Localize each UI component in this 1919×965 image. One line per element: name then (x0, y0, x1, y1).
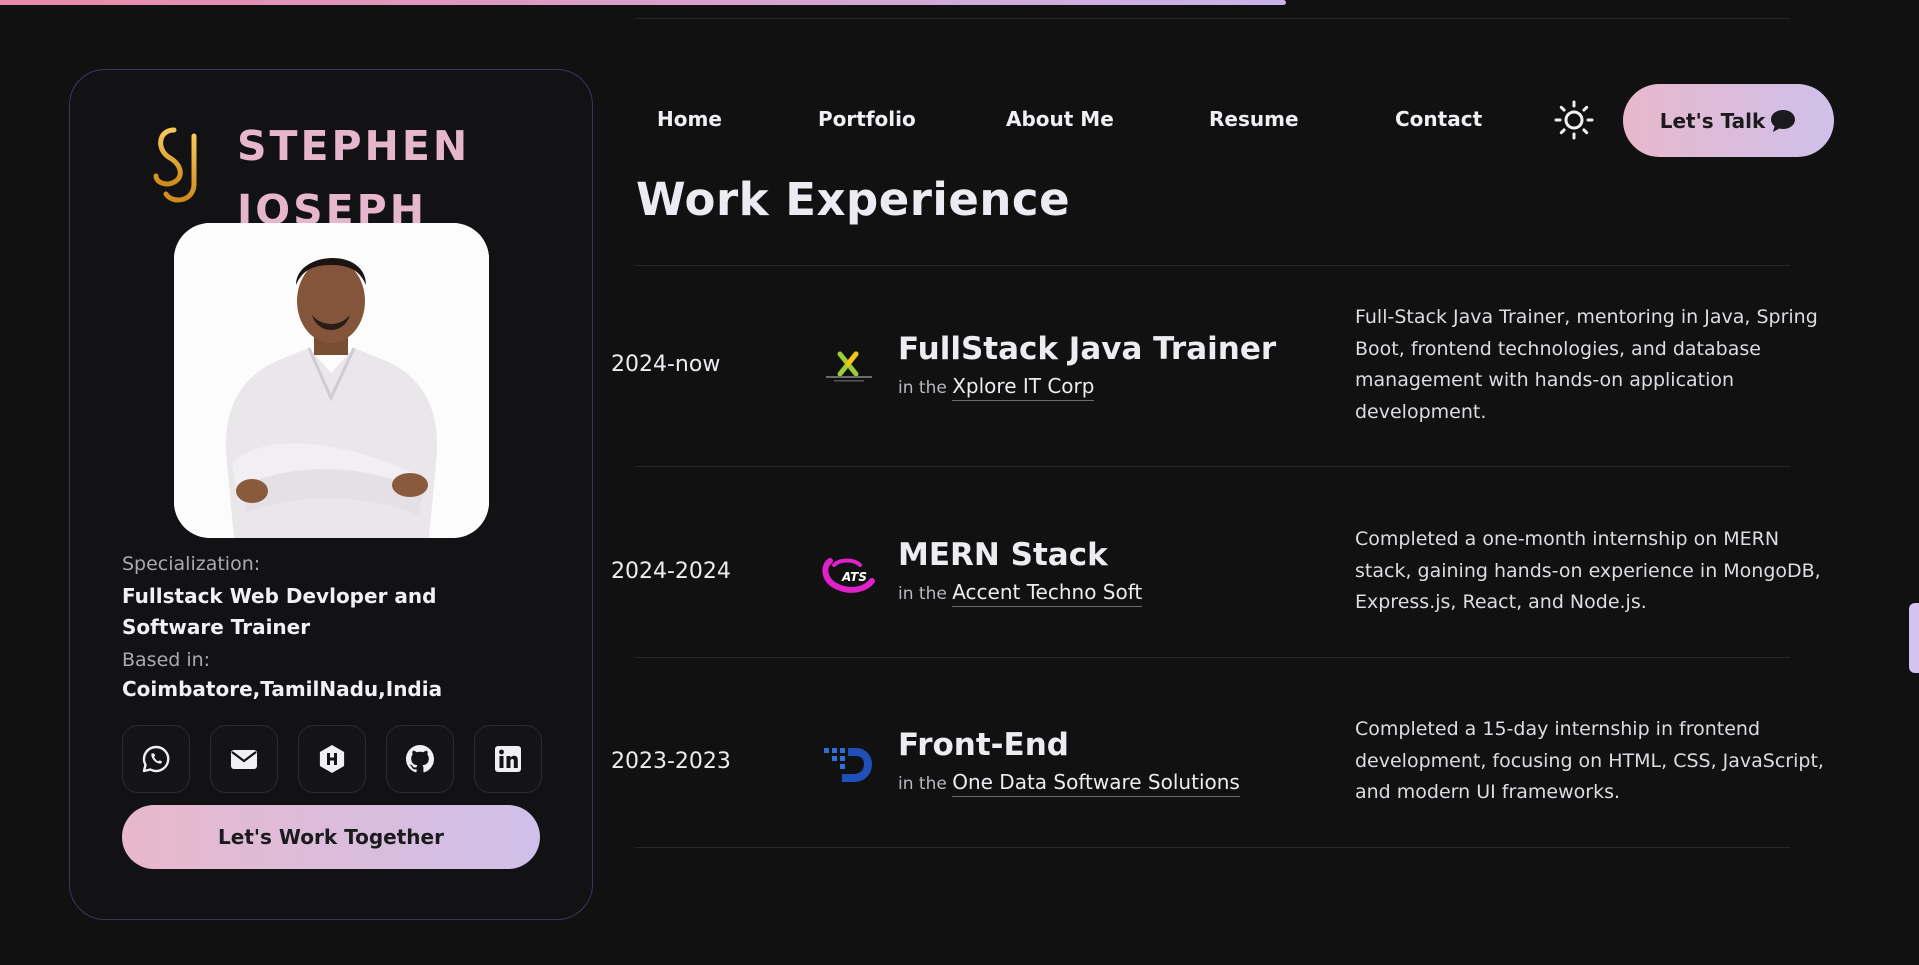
experience-years: 2023-2023 (611, 749, 731, 774)
github-icon (406, 745, 434, 773)
experience-company: in the One Data Software Solutions (898, 770, 1240, 797)
experience-description: Completed a 15-day internship in fronten… (1355, 718, 1824, 803)
row-divider (635, 657, 1790, 658)
profile-photo (174, 223, 489, 538)
accent-logo-icon: ATS (822, 558, 875, 593)
based-in-label: Based in: (122, 649, 211, 671)
company-link[interactable]: One Data Software Solutions (952, 770, 1240, 797)
chat-bubble-icon (1771, 109, 1796, 132)
scrollbar-thumb[interactable] (1909, 603, 1919, 673)
github-link[interactable] (386, 725, 454, 793)
sj-monogram-icon (153, 127, 197, 203)
nav-home[interactable]: Home (657, 107, 722, 131)
experience-years: 2024-now (611, 352, 721, 377)
specialization-value: Fullstack Web Devloper and Software Trai… (122, 584, 437, 639)
work-together-button[interactable]: Let's Work Together (122, 805, 540, 869)
company-prefix: in the (898, 774, 947, 794)
nav-portfolio[interactable]: Portfolio (818, 107, 916, 131)
experience-role: MERN Stack (898, 537, 1108, 573)
row-divider (635, 847, 1790, 848)
linkedin-icon (495, 746, 521, 772)
one-data-logo-icon (824, 748, 872, 782)
svg-text:ATS: ATS (841, 570, 867, 584)
lets-talk-label: Let's Talk (1659, 108, 1766, 133)
company-prefix: in the (898, 584, 947, 604)
nav-resume[interactable]: Resume (1209, 107, 1299, 131)
nav-contact[interactable]: Contact (1395, 107, 1482, 131)
top-divider (635, 18, 1790, 19)
first-name: STEPHEN (237, 122, 471, 170)
scroll-progress-bar (0, 0, 1286, 5)
based-in-value: Coimbatore,TamilNadu,India (122, 677, 443, 701)
portrait-image (174, 223, 489, 538)
hashnode-link[interactable] (298, 725, 366, 793)
lets-talk-button[interactable]: Let's Talk (1623, 84, 1834, 157)
specialization-label: Specialization: (122, 553, 261, 575)
experience-description: Completed a one-month internship on MERN… (1355, 528, 1821, 613)
experience-description: Full-Stack Java Trainer, mentoring in Ja… (1355, 306, 1818, 423)
email-link[interactable] (210, 725, 278, 793)
row-divider (635, 466, 1790, 467)
profile-card: STEPHEN JOSEPH Specialization: Fullstack… (69, 69, 593, 920)
whatsapp-link[interactable] (122, 725, 190, 793)
experience-role: FullStack Java Trainer (898, 331, 1277, 367)
xplore-logo-icon (826, 351, 872, 382)
nav-about-me[interactable]: About Me (1006, 107, 1114, 131)
linkedin-link[interactable] (474, 725, 542, 793)
whatsapp-icon (142, 745, 170, 773)
social-links (122, 725, 542, 793)
experience-company: in the Accent Techno Soft (898, 580, 1143, 607)
sun-icon[interactable] (1554, 100, 1594, 140)
section-title: Work Experience (636, 173, 1071, 226)
experience-company: in the Xplore IT Corp (898, 374, 1095, 401)
email-icon (231, 750, 257, 769)
company-prefix: in the (898, 378, 947, 398)
company-link[interactable]: Accent Techno Soft (952, 580, 1143, 607)
hashnode-icon (319, 745, 345, 773)
company-link[interactable]: Xplore IT Corp (952, 374, 1095, 401)
row-divider (635, 265, 1790, 266)
experience-role: Front-End (898, 727, 1069, 763)
experience-years: 2024-2024 (611, 559, 731, 584)
